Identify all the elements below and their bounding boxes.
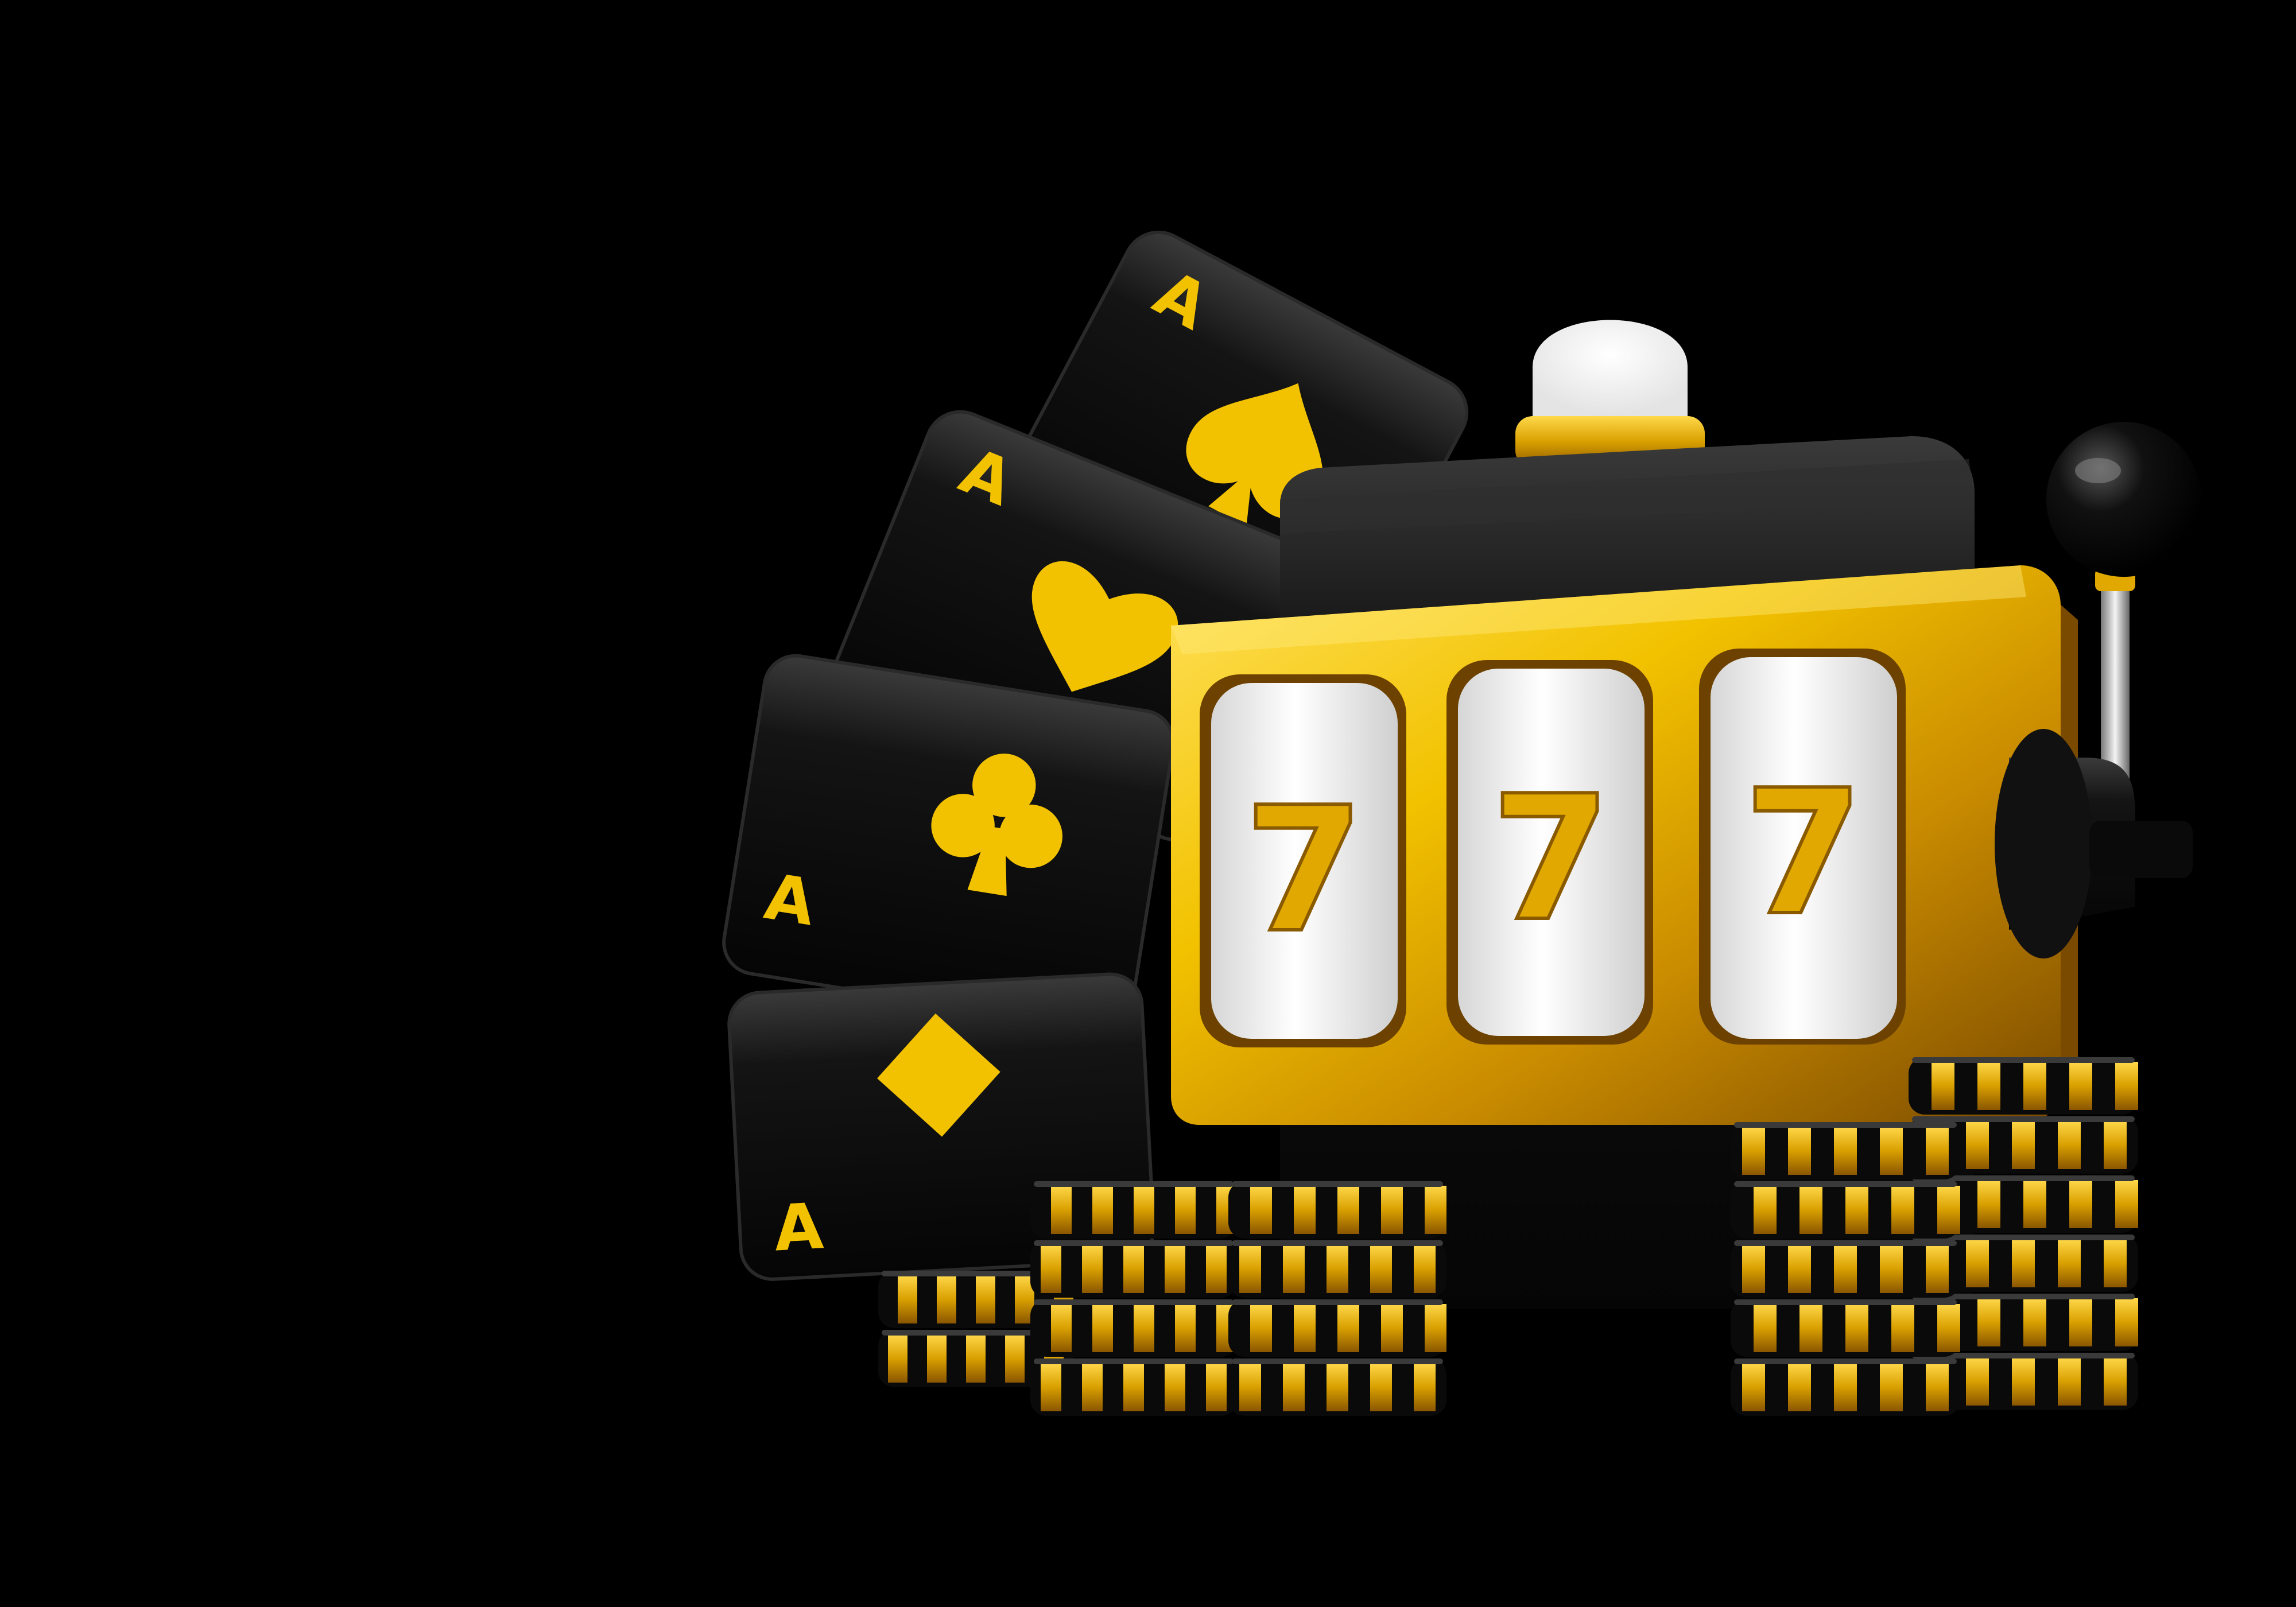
poker-chip [1030, 1240, 1237, 1298]
reel-symbol: 7 [1744, 753, 1864, 953]
casino-scene: A A A A 7 7 7 [722, 230, 2201, 1416]
poker-chip [1030, 1299, 1237, 1357]
poker-chip [1030, 1358, 1237, 1416]
poker-chip [1731, 1181, 1960, 1239]
poker-chip [1909, 1057, 2138, 1115]
poker-chip [1228, 1358, 1446, 1416]
poker-chip [1228, 1181, 1446, 1239]
poker-chip [1731, 1299, 1960, 1357]
reel-2: 7 [1446, 660, 1653, 1045]
reel-1: 7 [1200, 674, 1406, 1047]
lamp-icon [1515, 320, 1705, 468]
poker-chip [1731, 1122, 1960, 1179]
reel-symbol: 7 [1244, 770, 1364, 971]
card-rank: A [773, 1189, 825, 1265]
poker-chip [1228, 1299, 1446, 1357]
reel-symbol: 7 [1491, 759, 1611, 959]
reel-3: 7 [1699, 649, 1906, 1045]
chip-stack-right-front [1731, 1122, 1960, 1416]
poker-chip [1030, 1181, 1237, 1239]
poker-chip [1731, 1358, 1960, 1416]
poker-chip [1228, 1240, 1446, 1298]
poker-chip [1731, 1240, 1960, 1298]
